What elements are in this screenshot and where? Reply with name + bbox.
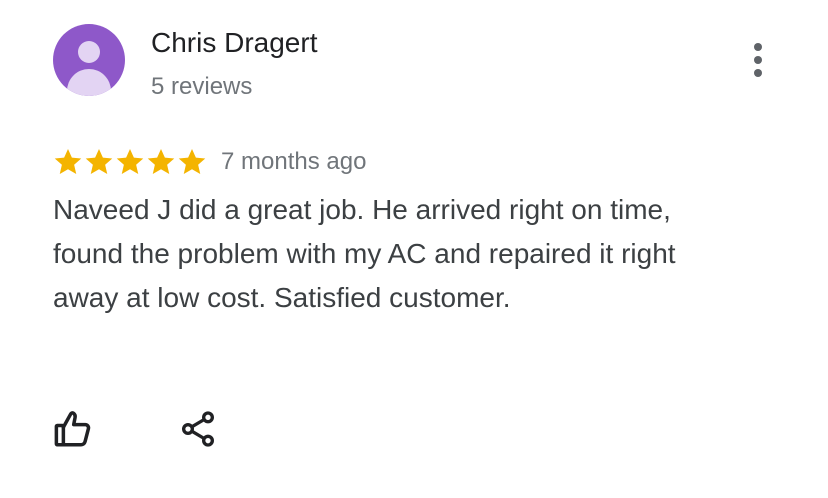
avatar-body-shape	[67, 69, 111, 96]
menu-dot	[754, 69, 762, 77]
reviewer-name[interactable]: Chris Dragert	[151, 26, 317, 60]
more-options-icon[interactable]	[744, 40, 772, 80]
avatar[interactable]	[53, 24, 125, 96]
review-time: 7 months ago	[221, 148, 367, 175]
menu-dot	[754, 43, 762, 51]
rating-row: 7 months ago	[53, 146, 366, 178]
menu-dot	[754, 56, 762, 64]
star-rating	[53, 147, 207, 177]
star-icon	[85, 149, 113, 174]
star-icon	[147, 149, 175, 174]
review-text: Naveed J did a great job. He arrived rig…	[53, 194, 676, 313]
star-icon	[178, 149, 206, 174]
review-card: Chris Dragert 5 reviews 7 months ago Nav…	[0, 0, 828, 498]
avatar-head-shape	[78, 41, 100, 63]
reviewer-review-count[interactable]: 5 reviews	[151, 72, 252, 102]
thumb-up-icon[interactable]	[52, 408, 94, 450]
star-icon	[54, 149, 82, 174]
share-icon[interactable]	[178, 408, 218, 450]
star-icon	[116, 149, 144, 174]
